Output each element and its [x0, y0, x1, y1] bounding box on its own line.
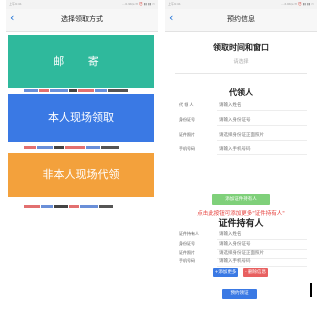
status-icons: …2.6K/s ✉ ⏰ ▮▮ ▮▮ ▭	[281, 2, 314, 6]
divider	[217, 266, 307, 267]
text-cursor	[310, 283, 312, 297]
delete-info-button[interactable]: - 删除信息	[243, 268, 268, 277]
field-label: 证件持有人	[179, 231, 199, 236]
page-title: 选择领取方式	[61, 15, 103, 23]
divider	[217, 125, 307, 126]
field-label: 身份证号	[179, 117, 195, 122]
divider	[217, 110, 307, 111]
divider	[217, 154, 307, 155]
right-phone-screen: 上午9:41 …2.6K/s ✉ ⏰ ▮▮ ▮▮ ▭ ‹ 预约信息 领取时间和窗…	[165, 0, 317, 310]
agent-phone-input[interactable]	[219, 145, 303, 153]
holder-phone-input[interactable]	[219, 257, 303, 265]
agent-name-row: 代 领 人	[165, 99, 317, 111]
holder-name-input[interactable]	[219, 230, 303, 238]
agent-heading: 代领人	[229, 88, 253, 97]
agent-id-input[interactable]	[219, 116, 303, 124]
agent-photo-picker[interactable]	[219, 131, 303, 139]
field-label: 代 领 人	[179, 102, 194, 107]
blurred-caption	[24, 205, 140, 209]
field-label: 证件照片	[179, 132, 195, 137]
agent-id-row: 身份证号	[165, 114, 317, 126]
submit-reservation-button[interactable]: 预约领证	[222, 289, 257, 299]
agent-photo-row: 证件照片	[165, 129, 317, 141]
status-time: 上午9:41	[168, 2, 181, 6]
blurred-caption	[24, 146, 140, 150]
proxy-pickup-option-button[interactable]: 非本人现场代领	[8, 153, 154, 197]
time-window-heading: 领取时间和窗口	[213, 43, 269, 52]
field-label: 手机号码	[179, 146, 195, 151]
mail-option-button[interactable]: 邮 寄	[8, 35, 154, 88]
left-phone-screen: 上午9:41 …0.9K/s ✉ ⏰ ▮▮ ▮▮ ▭ ‹ 选择领取方式 邮 寄 …	[6, 0, 158, 310]
field-label: 手机号码	[179, 258, 195, 263]
holder-phone-row: 手机号码	[165, 255, 317, 267]
blurred-caption	[24, 89, 140, 93]
divider	[175, 73, 307, 74]
nav-bar: ‹ 预约信息	[165, 9, 317, 32]
agent-phone-row: 手机号码	[165, 143, 317, 155]
self-pickup-option-button[interactable]: 本人现场领取	[8, 94, 154, 142]
status-icons: …0.9K/s ✉ ⏰ ▮▮ ▮▮ ▭	[122, 2, 155, 6]
page-title: 预约信息	[227, 15, 255, 23]
status-time: 上午9:41	[9, 2, 22, 6]
status-bar: 上午9:41 …2.6K/s ✉ ⏰ ▮▮ ▮▮ ▭	[165, 0, 317, 9]
add-more-button[interactable]: +添加更多	[213, 268, 238, 277]
divider	[217, 140, 307, 141]
status-bar: 上午9:41 …0.9K/s ✉ ⏰ ▮▮ ▮▮ ▭	[6, 0, 158, 9]
agent-name-input[interactable]	[219, 101, 303, 109]
add-holder-button[interactable]: 添加证件持有人	[212, 194, 270, 205]
time-window-select[interactable]: 请选择	[165, 58, 317, 65]
nav-bar: ‹ 选择领取方式	[6, 9, 158, 32]
